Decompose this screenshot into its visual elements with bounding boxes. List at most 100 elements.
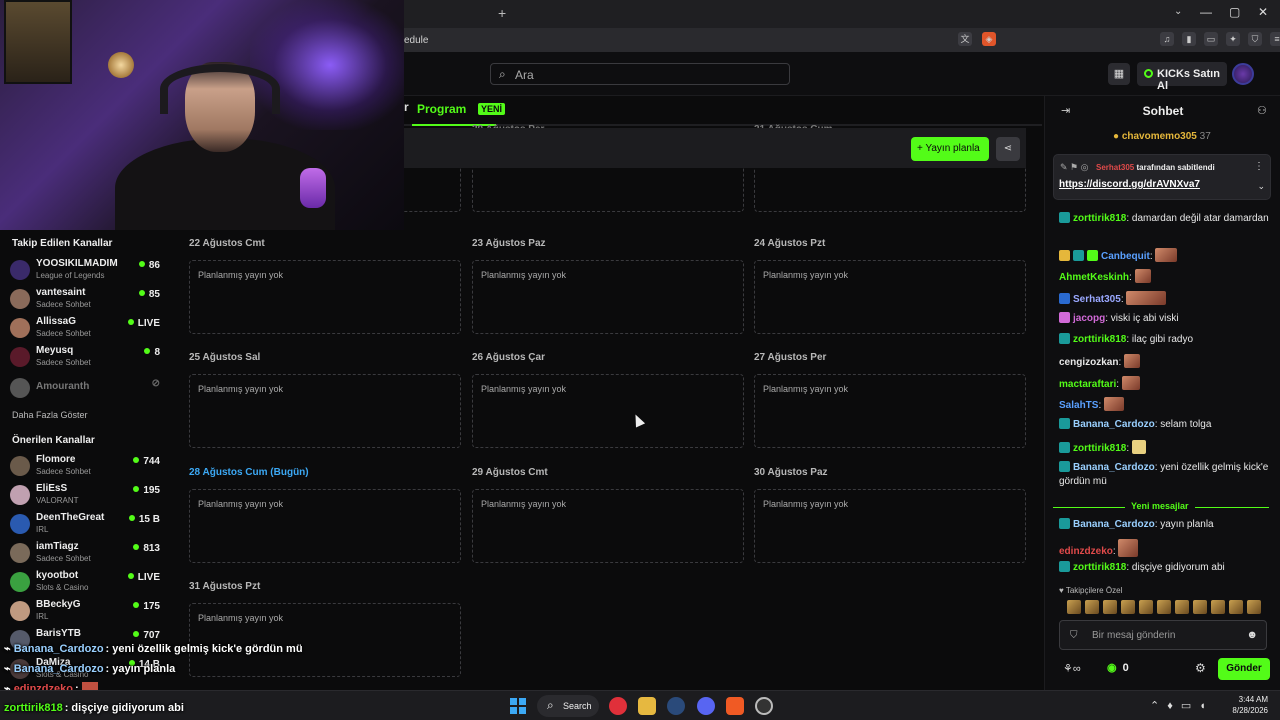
- discord-icon[interactable]: [697, 697, 715, 715]
- day-slot[interactable]: Planlanmış yayın yok: [189, 260, 461, 334]
- day-slot[interactable]: Planlanmış yayın yok: [472, 374, 744, 448]
- channel-name: iamTiagz: [36, 541, 79, 552]
- channel-name: EliEsS: [36, 483, 68, 494]
- brave-shield-icon[interactable]: ◈: [982, 32, 996, 46]
- sidebar-icon[interactable]: ▮: [1182, 32, 1196, 46]
- plan-stream-label: Yayın planla: [925, 143, 980, 154]
- chat-username[interactable]: jacopg: [1073, 313, 1105, 324]
- emote-icon[interactable]: [1193, 600, 1207, 614]
- emote-icon[interactable]: [1139, 600, 1153, 614]
- chat-username[interactable]: SalahTS: [1059, 400, 1098, 411]
- close-window-button[interactable]: ✕: [1258, 5, 1268, 19]
- channel-points[interactable]: 0: [1107, 661, 1129, 674]
- vpn-icon[interactable]: ⛉: [1248, 32, 1262, 46]
- chat-username[interactable]: zorttirik818: [1073, 334, 1126, 345]
- channel-item[interactable]: Meyusq Sadece Sohbet 8: [10, 345, 162, 373]
- steam-icon[interactable]: [667, 697, 685, 715]
- chat-username[interactable]: AhmetKeskinh: [1059, 272, 1129, 283]
- day-slot[interactable]: Planlanmış yayın yok: [472, 260, 744, 334]
- chat-username[interactable]: Banana_Cardozo: [1073, 419, 1155, 430]
- menu-icon[interactable]: ≡: [1270, 32, 1280, 46]
- channel-item[interactable]: DeenTheGreat IRL 15 B: [10, 512, 162, 540]
- tab-search-dropdown[interactable]: ⌄: [1174, 6, 1182, 17]
- search-input[interactable]: ⌕ Ara: [490, 63, 790, 85]
- day-slot[interactable]: Planlanmış yayın yok: [754, 260, 1026, 334]
- chat-input[interactable]: ⛉ Bir mesaj gönderin ☻: [1059, 620, 1267, 650]
- taskbar-search[interactable]: Search: [537, 695, 599, 717]
- chevron-down-icon[interactable]: ⌄: [1257, 181, 1265, 192]
- share-icon[interactable]: ⋖: [996, 137, 1020, 161]
- channel-name: vantesaint: [36, 287, 86, 298]
- leo-ai-icon[interactable]: ✦: [1226, 32, 1240, 46]
- chat-text: :: [1149, 251, 1153, 262]
- channel-item[interactable]: AllissaG Sadece Sohbet LIVE: [10, 316, 162, 344]
- day-slot[interactable]: Planlanmış yayın yok: [754, 374, 1026, 448]
- badge-icon: [1059, 212, 1070, 223]
- day-box-cut: [472, 164, 744, 212]
- user-avatar[interactable]: [1232, 63, 1254, 85]
- channel-avatar: [10, 514, 30, 534]
- chat-username[interactable]: Canbequit: [1101, 251, 1150, 262]
- chat-username[interactable]: zorttirik818: [1073, 213, 1126, 224]
- infinity-icon[interactable]: ⚘∞: [1063, 662, 1081, 675]
- emote-icon[interactable]: [1247, 600, 1261, 614]
- channel-item[interactable]: BBeckyG IRL 175: [10, 599, 162, 627]
- folder-icon[interactable]: [638, 697, 656, 715]
- send-button[interactable]: Gönder: [1218, 658, 1270, 680]
- day-slot[interactable]: Planlanmış yayın yok: [754, 489, 1026, 563]
- channel-item[interactable]: Flomore Sadece Sohbet 744: [10, 454, 162, 482]
- channel-category: Sadece Sohbet: [36, 329, 91, 338]
- chat-username[interactable]: cengizozkan: [1059, 357, 1118, 368]
- chat-username[interactable]: edinzdzeko: [1059, 546, 1113, 557]
- chat-username[interactable]: Banana_Cardozo: [1073, 462, 1155, 473]
- windows-start-icon[interactable]: [510, 698, 526, 714]
- gear-icon[interactable]: ⚙: [1195, 661, 1206, 675]
- brave-icon[interactable]: [726, 697, 744, 715]
- day-slot[interactable]: Planlanmış yayın yok: [472, 489, 744, 563]
- wallet-icon[interactable]: ▭: [1204, 32, 1218, 46]
- day-slot[interactable]: Planlanmış yayın yok: [189, 374, 461, 448]
- dashboard-icon[interactable]: ▦: [1108, 63, 1130, 85]
- channel-category: Sadece Sohbet: [36, 467, 91, 476]
- chat-username[interactable]: mactaraftari: [1059, 379, 1116, 390]
- emote-icon[interactable]: [1175, 600, 1189, 614]
- show-more-link[interactable]: Daha Fazla Göster: [12, 410, 88, 420]
- chat-username[interactable]: Serhat305: [1073, 294, 1121, 305]
- tab-program[interactable]: Program YENİ: [417, 102, 506, 116]
- channel-item[interactable]: YOOSIKILMADIM League of Legends 86: [10, 258, 162, 286]
- obs-icon[interactable]: [755, 697, 773, 715]
- chat-username[interactable]: Banana_Cardozo: [1073, 519, 1155, 530]
- app-icon[interactable]: [609, 697, 627, 715]
- system-tray[interactable]: ⌃♦▭◖: [1150, 699, 1214, 712]
- emote-icon[interactable]: [1121, 600, 1135, 614]
- emote-icon[interactable]: [1103, 600, 1117, 614]
- emote-icon[interactable]: [1085, 600, 1099, 614]
- taskbar-clock[interactable]: 3:44 AM 8/28/2026: [1228, 694, 1268, 716]
- chat-input-placeholder: Bir mesaj gönderin: [1092, 630, 1176, 641]
- channel-item[interactable]: iamTiagz Sadece Sohbet 813: [10, 541, 162, 569]
- chat-username[interactable]: zorttirik818: [1073, 562, 1126, 573]
- maximize-button[interactable]: ▢: [1229, 5, 1240, 19]
- channel-item[interactable]: vantesaint Sadece Sohbet 85: [10, 287, 162, 315]
- buy-kicks-button[interactable]: KICKs Satın Al: [1137, 62, 1227, 92]
- chat-username[interactable]: zorttirik818: [1073, 443, 1126, 454]
- channel-item[interactable]: EliEsS VALORANT 195: [10, 483, 162, 511]
- chat-users-icon[interactable]: ⚇: [1257, 104, 1267, 117]
- translate-icon[interactable]: 文: [958, 32, 972, 46]
- url-text[interactable]: edule: [404, 35, 428, 46]
- emote-icon[interactable]: [1157, 600, 1171, 614]
- unpin-icon[interactable]: ⋮: [1254, 161, 1264, 172]
- emoji-icon[interactable]: ☻: [1246, 629, 1258, 641]
- day-slot[interactable]: Planlanmış yayın yok: [189, 489, 461, 563]
- emote-icon[interactable]: [1229, 600, 1243, 614]
- channel-item[interactable]: kyootbot Slots & Casino LIVE: [10, 570, 162, 598]
- minimize-button[interactable]: —: [1200, 5, 1212, 19]
- channel-item-offline[interactable]: Amouranth ⊘: [10, 376, 162, 404]
- emote-icon[interactable]: [1067, 600, 1081, 614]
- pinned-link[interactable]: https://discord.gg/drAVNXva7: [1059, 179, 1200, 190]
- emote-icon[interactable]: [1211, 600, 1225, 614]
- media-icon[interactable]: ♫: [1160, 32, 1174, 46]
- new-tab-button[interactable]: +: [498, 5, 506, 21]
- tab-previous[interactable]: r: [404, 100, 409, 114]
- plan-stream-button[interactable]: + Yayın planla: [911, 137, 989, 161]
